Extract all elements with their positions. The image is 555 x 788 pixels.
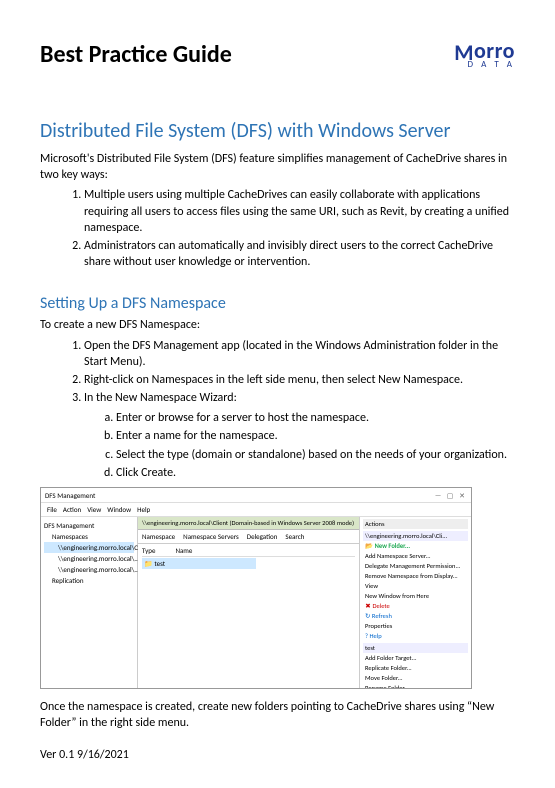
action-item[interactable]: Replicate Folder...	[363, 663, 468, 673]
menu-bar: File Action View Window Help	[41, 503, 471, 517]
subsection-intro: To create a new DFS Namespace:	[40, 317, 515, 333]
window-controls: —▢✕	[433, 491, 467, 500]
tab[interactable]: Delegation	[247, 532, 278, 541]
tree-item[interactable]: \\engineering.morro.local\...	[44, 564, 134, 575]
action-item[interactable]: View	[363, 581, 468, 591]
column-header[interactable]: Type	[142, 546, 155, 555]
menu-item[interactable]: View	[87, 505, 101, 514]
tab-row: Namespace Namespace Servers Delegation S…	[138, 530, 359, 544]
action-help[interactable]: ? Help	[363, 631, 468, 641]
list-item: In the New Namespace Wizard: Enter or br…	[84, 390, 515, 481]
action-item[interactable]: Rename Folder...	[363, 683, 468, 689]
action-item[interactable]: Move Folder...	[363, 673, 468, 683]
actions-group-title: \\engineering.morro.local\Cli...	[363, 531, 468, 541]
steps-list: Open the DFS Management app (located in …	[40, 338, 515, 482]
actions-title: Actions	[363, 519, 468, 529]
tree-item[interactable]: Namespaces	[44, 531, 134, 542]
step-text: In the New Namespace Wizard:	[84, 391, 237, 405]
logo: Morro D A T A	[454, 40, 515, 69]
menu-item[interactable]: File	[47, 505, 57, 514]
list-item: Administrators can automatically and inv…	[84, 238, 515, 270]
action-item[interactable]: New Window from Here	[363, 591, 468, 601]
actions-group-title: test	[363, 643, 468, 653]
tab-header: \\engineering.morro.local\Client (Domain…	[138, 517, 359, 530]
actions-panel: Actions \\engineering.morro.local\Cli...…	[359, 517, 471, 689]
list-item: Enter or browse for a server to host the…	[116, 410, 515, 426]
tab[interactable]: Namespace Servers	[183, 532, 239, 541]
list-item: Open the DFS Management app (located in …	[84, 338, 515, 370]
action-delete[interactable]: ✖ Delete	[363, 601, 468, 611]
window-title: DFS Management	[45, 491, 95, 500]
document-title: Best Practice Guide	[40, 40, 232, 69]
post-screenshot-paragraph: Once the namespace is created, create ne…	[40, 699, 515, 731]
menu-item[interactable]: Help	[137, 505, 150, 514]
subsection-heading: Setting Up a DFS Namespace	[40, 294, 515, 313]
list-item: Multiple users using multiple CacheDrive…	[84, 187, 515, 236]
list-item: Enter a name for the namespace.	[116, 428, 515, 444]
action-item[interactable]: Delegate Management Permission...	[363, 561, 468, 571]
substeps-list: Enter or browse for a server to host the…	[84, 410, 515, 481]
tree-root[interactable]: DFS Management	[44, 520, 134, 531]
list-row-selected[interactable]: 📁 test	[142, 558, 256, 569]
list-item: Right-click on Namespaces in the left si…	[84, 372, 515, 388]
tree-item[interactable]: \\engineering.morro.local\...	[44, 553, 134, 564]
list-item: Click Create.	[116, 465, 515, 481]
tree-item[interactable]: Replication	[44, 575, 134, 586]
menu-item[interactable]: Window	[107, 505, 131, 514]
action-item[interactable]: Properties	[363, 621, 468, 631]
screenshot-dfs-management: DFS Management —▢✕ File Action View Wind…	[40, 487, 472, 689]
tab[interactable]: Search	[285, 532, 304, 541]
action-new-folder[interactable]: 📂 New Folder...	[363, 541, 468, 551]
logo-subtext: D A T A	[468, 60, 515, 69]
menu-item[interactable]: Action	[63, 505, 81, 514]
tree-item-selected[interactable]: \\engineering.morro.local\Client	[44, 542, 134, 553]
tree-panel: DFS Management Namespaces \\engineering.…	[41, 517, 138, 689]
intro-paragraph: Microsoft's Distributed File System (DFS…	[40, 151, 515, 183]
list-panel: Type Name 📁 test	[138, 544, 359, 689]
section-heading: Distributed File System (DFS) with Windo…	[40, 119, 515, 143]
column-header[interactable]: Name	[175, 546, 192, 555]
main-panel: \\engineering.morro.local\Client (Domain…	[138, 517, 359, 689]
action-item[interactable]: Add Folder Target...	[363, 653, 468, 663]
list-item: Select the type (domain or standalone) b…	[116, 447, 515, 463]
keyways-list: Multiple users using multiple CacheDrive…	[40, 187, 515, 270]
action-item[interactable]: Remove Namespace from Display...	[363, 571, 468, 581]
action-refresh[interactable]: ↻ Refresh	[363, 611, 468, 621]
tab[interactable]: Namespace	[142, 532, 175, 541]
footer-version: Ver 0.1 9/16/2021	[40, 747, 515, 763]
action-item[interactable]: Add Namespace Server...	[363, 551, 468, 561]
